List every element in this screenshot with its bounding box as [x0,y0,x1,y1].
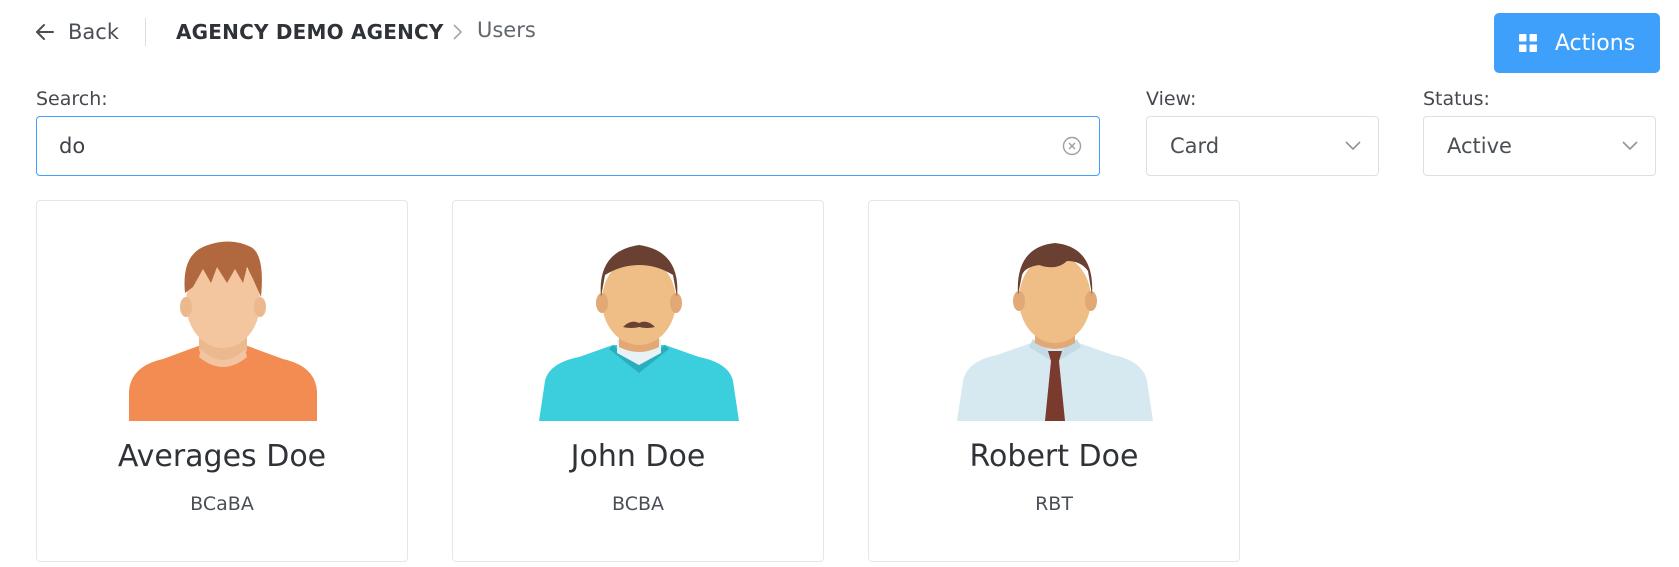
user-role: RBT [1035,493,1073,515]
chevron-down-icon [1345,141,1361,151]
grid-icon [1518,34,1537,52]
breadcrumb-current: Users [477,18,536,42]
search-label: Search: [36,88,108,110]
user-card[interactable]: John Doe BCBA [452,200,824,562]
clear-circle-icon[interactable] [1061,135,1083,157]
search-field[interactable] [36,116,1100,176]
view-select[interactable]: Card [1146,116,1379,176]
actions-label: Actions [1554,30,1636,56]
breadcrumb-agency[interactable]: AGENCY DEMO AGENCY [176,18,444,46]
actions-button[interactable]: Actions [1494,13,1660,73]
back-label: Back [68,20,119,44]
user-card[interactable]: Averages Doe BCaBA [36,200,408,562]
status-select[interactable]: Active [1423,116,1656,176]
search-input[interactable] [59,117,1019,174]
user-card[interactable]: Robert Doe RBT [868,200,1240,562]
back-button[interactable]: Back [34,18,119,46]
chevron-right-icon [453,24,463,40]
status-select-value: Active [1447,134,1512,158]
user-name: Averages Doe [117,439,327,474]
user-name: Robert Doe [969,439,1139,474]
user-name: John Doe [570,439,706,474]
chevron-down-icon [1622,141,1638,151]
man-avatar-orange-shirt-icon [129,241,317,421]
divider [145,18,146,46]
arrow-left-icon [36,24,54,40]
view-select-value: Card [1170,134,1220,158]
user-role: BCBA [612,493,664,515]
man-avatar-mustache-icon [539,245,739,421]
view-label: View: [1146,88,1197,110]
status-label: Status: [1423,88,1490,110]
top-bar: Back AGENCY DEMO AGENCY Users Actions [0,0,1679,73]
man-avatar-tie-icon [957,243,1153,421]
user-role: BCaBA [190,493,254,515]
